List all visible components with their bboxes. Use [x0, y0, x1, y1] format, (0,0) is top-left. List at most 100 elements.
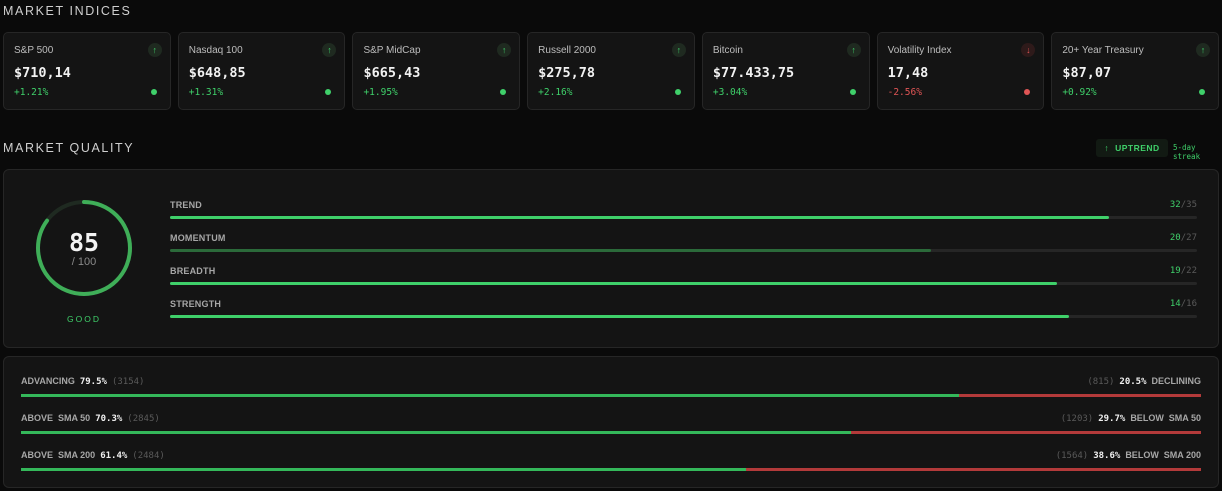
metric-track	[170, 216, 1197, 219]
breadth-left-count: (3154)	[111, 377, 145, 387]
breadth-bar-negative	[959, 394, 1201, 397]
status-dot	[500, 89, 507, 95]
status-dot	[325, 89, 332, 95]
metric-max: /22	[1180, 266, 1197, 276]
index-price: $87,07	[1062, 65, 1112, 81]
index-name: Nasdaq 100	[188, 45, 243, 56]
index-name: Volatility Index	[887, 45, 952, 56]
breadth-bar-negative	[745, 468, 1201, 471]
index-change: +1.21%	[14, 87, 49, 98]
streak-label: 5-day streak	[1173, 143, 1201, 161]
breadth-right: (1564) 38.6% BELOW SMA 200	[1056, 450, 1201, 461]
trend-badge: ↑ UPTREND	[1096, 139, 1168, 157]
breadth-right-label: BELOW SMA 50	[1130, 413, 1201, 423]
metric-value: 32/35	[1170, 200, 1197, 210]
metric-track	[170, 249, 1197, 252]
index-change: -2.56%	[887, 87, 922, 98]
index-price: 17,48	[887, 65, 929, 81]
quality-grade: GOOD	[67, 314, 101, 324]
breadth-right-label: BELOW SMA 200	[1125, 450, 1201, 460]
breadth-row: ADVANCING 79.5% (3154) (815) 20.5% DECLINING	[21, 376, 1201, 402]
index-name: 20+ Year Treasury	[1062, 45, 1144, 56]
breadth-right-count: (1203)	[1060, 414, 1094, 424]
index-change: +2.16%	[538, 87, 573, 98]
status-dot	[1199, 89, 1206, 95]
index-card[interactable]: Volatility Index ↓ 17,48 -2.56%	[876, 32, 1045, 110]
breadth-left: ADVANCING 79.5% (3154)	[21, 376, 144, 387]
quality-score: 85	[68, 228, 100, 257]
arrow-up-icon: ↑	[1104, 143, 1110, 153]
index-price: $648,85	[188, 65, 246, 81]
arrow-up-icon: ↑	[497, 43, 512, 57]
breadth-left-label: ADVANCING	[21, 376, 75, 386]
breadth-left-pct: 61.4%	[100, 451, 128, 461]
breadth-bar	[21, 394, 1201, 397]
index-card[interactable]: Nasdaq 100 ↑ $648,85 +1.31%	[177, 32, 346, 110]
breadth-left-label: ABOVE SMA 50	[21, 413, 91, 423]
index-price: $665,43	[363, 65, 421, 81]
metric-value: 20/27	[1170, 233, 1197, 243]
metric-fill	[170, 249, 931, 252]
index-price: $710,14	[14, 65, 71, 81]
breadth-row: ABOVE SMA 50 70.3% (2845) (1203) 29.7% BELOW …	[21, 413, 1201, 439]
breadth-left: ABOVE SMA 50 70.3% (2845)	[21, 413, 160, 424]
market-quality-title: MARKET QUALITY	[3, 141, 135, 155]
metric-fill	[170, 315, 1069, 318]
index-price: $77.433,75	[712, 65, 795, 81]
index-card[interactable]: Russell 2000 ↑ $275,78 +2.16%	[527, 32, 695, 110]
metric-value: 14/16	[1170, 299, 1197, 309]
index-name: Russell 2000	[538, 45, 596, 56]
index-card[interactable]: 20+ Year Treasury ↑ $87,07 +0.92%	[1051, 32, 1220, 110]
metric-score: 20	[1169, 233, 1181, 243]
index-change: +1.31%	[188, 87, 224, 98]
breadth-left-label: ABOVE SMA 200	[21, 450, 96, 460]
quality-metric-strength: STRENGTH 14/16	[170, 299, 1197, 325]
metric-track	[170, 315, 1197, 318]
index-change: +0.92%	[1062, 87, 1097, 98]
arrow-up-icon: ↑	[671, 43, 686, 57]
index-card[interactable]: S&P 500 ↑ $710,14 +1.21%	[3, 32, 171, 110]
metric-label: STRENGTH	[170, 299, 222, 309]
breadth-right: (815) 20.5% DECLINING	[1087, 376, 1201, 387]
breadth-left: ABOVE SMA 200 61.4% (2484)	[21, 450, 165, 461]
arrow-up-icon: ↑	[147, 43, 162, 57]
breadth-right-count: (1564)	[1055, 451, 1089, 461]
metric-score: 19	[1169, 266, 1181, 276]
index-name: S&P 500	[14, 45, 54, 56]
metric-max: /35	[1180, 200, 1197, 210]
status-dot	[674, 89, 681, 95]
trend-label: UPTREND	[1115, 143, 1160, 153]
breadth-left-pct: 70.3%	[95, 414, 123, 424]
breadth-right: (1203) 29.7% BELOW SMA 50	[1061, 413, 1201, 424]
arrow-down-icon: ↓	[1021, 43, 1036, 57]
metric-fill	[170, 282, 1058, 285]
metric-score: 14	[1169, 299, 1181, 309]
index-price: $275,78	[538, 65, 596, 81]
quality-metric-breadth: BREADTH 19/22	[170, 266, 1197, 292]
breadth-bar-negative	[850, 431, 1201, 434]
market-quality-panel: 85 / 100 GOOD TREND 32/35 MOMENTUM 20/27 BRE…	[3, 169, 1219, 348]
status-dot	[150, 89, 157, 95]
index-card[interactable]: S&P MidCap ↑ $665,43 +1.95%	[352, 32, 521, 110]
breadth-left-count: (2845)	[127, 414, 160, 424]
breadth-bar-positive	[21, 468, 746, 471]
index-card[interactable]: Bitcoin ↑ $77.433,75 +3.04%	[701, 32, 870, 110]
quality-score-max: / 100	[71, 256, 97, 268]
quality-metric-trend: TREND 32/35	[170, 200, 1197, 226]
breadth-right-count: (815)	[1087, 377, 1115, 387]
quality-metric-momentum: MOMENTUM 20/27	[170, 233, 1197, 259]
metric-max: /16	[1180, 299, 1197, 309]
market-indices-title: MARKET INDICES	[3, 4, 132, 18]
index-change: +3.04%	[712, 87, 748, 98]
status-dot	[1024, 89, 1031, 95]
breadth-bar-positive	[21, 394, 960, 397]
breadth-bar-positive	[21, 431, 851, 434]
breadth-bar	[21, 431, 1201, 434]
status-dot	[849, 89, 856, 95]
index-cards: S&P 500 ↑ $710,14 +1.21% Nasdaq 100 ↑ $648,85 +…	[3, 32, 1220, 110]
metric-value: 19/22	[1170, 266, 1197, 276]
metric-max: /27	[1180, 233, 1197, 243]
breadth-right-pct: 29.7%	[1098, 414, 1126, 424]
breadth-right-pct: 38.6%	[1093, 451, 1121, 461]
breadth-left-pct: 79.5%	[79, 377, 107, 387]
